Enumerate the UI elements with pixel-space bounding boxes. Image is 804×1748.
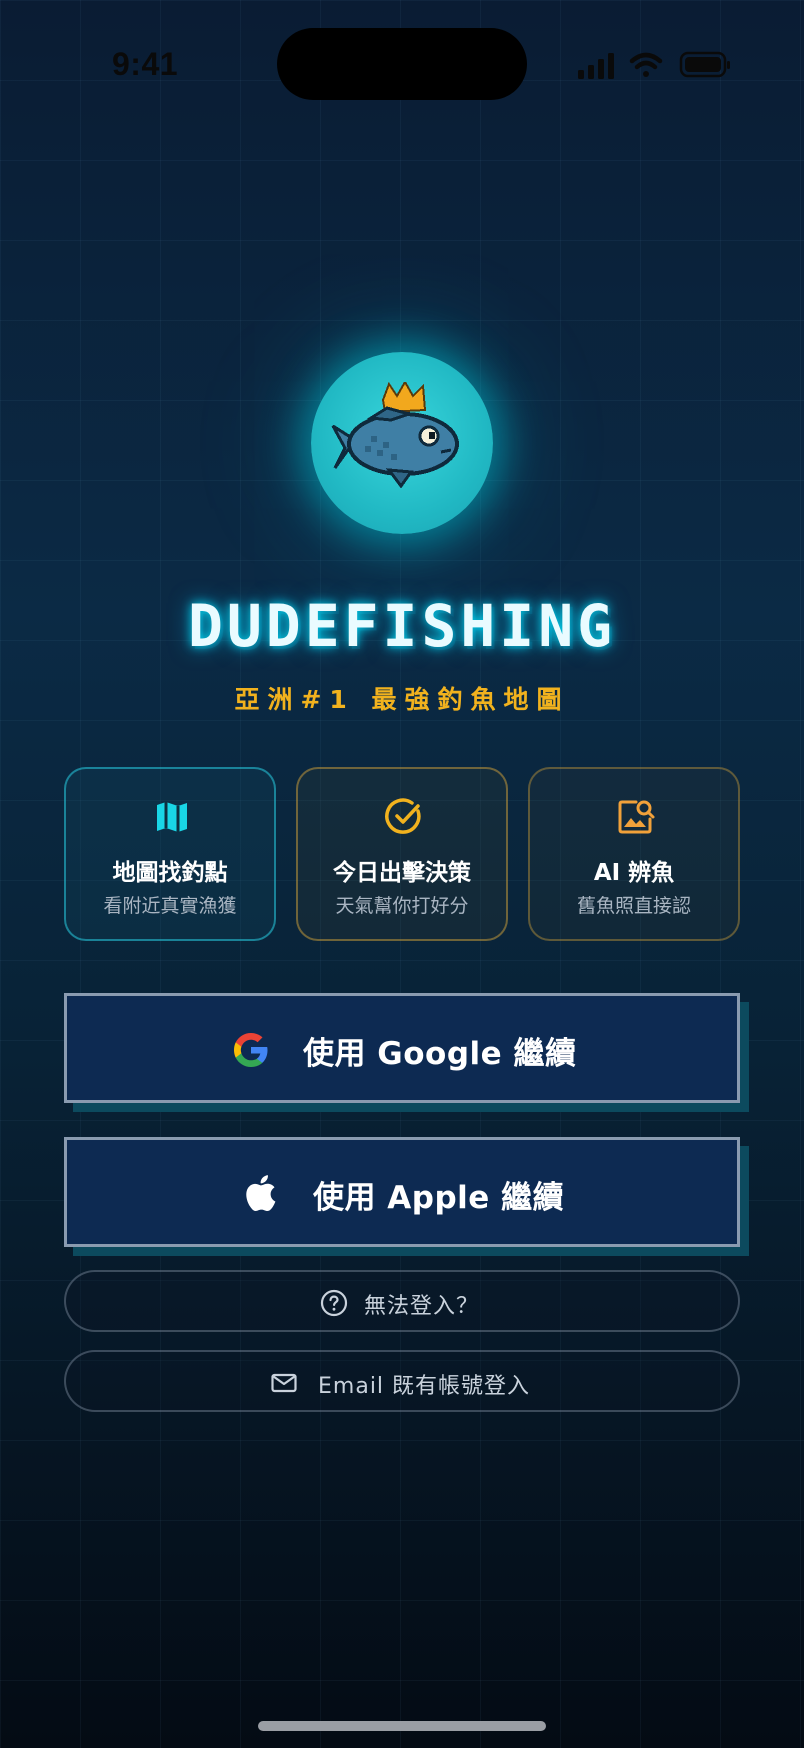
image-search-icon (616, 797, 656, 837)
email-login-label: Email 既有帳號登入 (318, 1374, 531, 1399)
signal-icon (578, 53, 614, 79)
status-bar: 9:41 (0, 0, 804, 130)
apple-icon (241, 1172, 281, 1212)
cannot-login-label: 無法登入？ (364, 1294, 480, 1319)
dynamic-island (277, 28, 527, 100)
home-indicator[interactable] (258, 1721, 546, 1731)
feature-title: 今日出擊決策 (333, 860, 471, 886)
feature-cards: 地圖找釣點 看附近真實漁獲 今日出擊決策 天氣幫你打好分 AI 辨魚 舊魚照直接… (64, 767, 740, 941)
app-tagline: 亞洲#1 最強釣魚地圖 (234, 685, 570, 714)
app-logo (311, 352, 493, 534)
mail-icon (270, 1369, 298, 1397)
apple-signin-button[interactable]: 使用 Apple 繼續 (64, 1137, 740, 1247)
email-login-button[interactable]: Email 既有帳號登入 (64, 1350, 740, 1412)
crowned-fish-icon (331, 382, 459, 489)
feature-subtitle: 看附近真實漁獲 (103, 895, 237, 917)
app-title: DUDEFISHING (187, 592, 617, 660)
wifi-icon (629, 52, 663, 77)
feature-card-ai-fish[interactable]: AI 辨魚 舊魚照直接認 (528, 767, 740, 941)
battery-icon (679, 51, 730, 78)
feature-title: 地圖找釣點 (112, 860, 228, 886)
feature-card-map[interactable]: 地圖找釣點 看附近真實漁獲 (64, 767, 276, 941)
check-circle-icon (384, 797, 424, 837)
cannot-login-button[interactable]: 無法登入？ (64, 1270, 740, 1332)
apple-button-label: 使用 Apple 繼續 (313, 1180, 565, 1216)
status-time: 9:41 (112, 46, 179, 82)
feature-title: AI 辨魚 (593, 860, 675, 886)
map-icon (152, 797, 192, 837)
feature-subtitle: 舊魚照直接認 (576, 895, 691, 917)
question-circle-icon (320, 1289, 348, 1317)
feature-card-decision[interactable]: 今日出擊決策 天氣幫你打好分 (296, 767, 508, 941)
google-button-label: 使用 Google 繼續 (303, 1036, 577, 1072)
google-signin-button[interactable]: 使用 Google 繼續 (64, 993, 740, 1103)
status-icons (576, 50, 756, 80)
google-icon (231, 1030, 271, 1070)
feature-subtitle: 天氣幫你打好分 (335, 895, 469, 917)
